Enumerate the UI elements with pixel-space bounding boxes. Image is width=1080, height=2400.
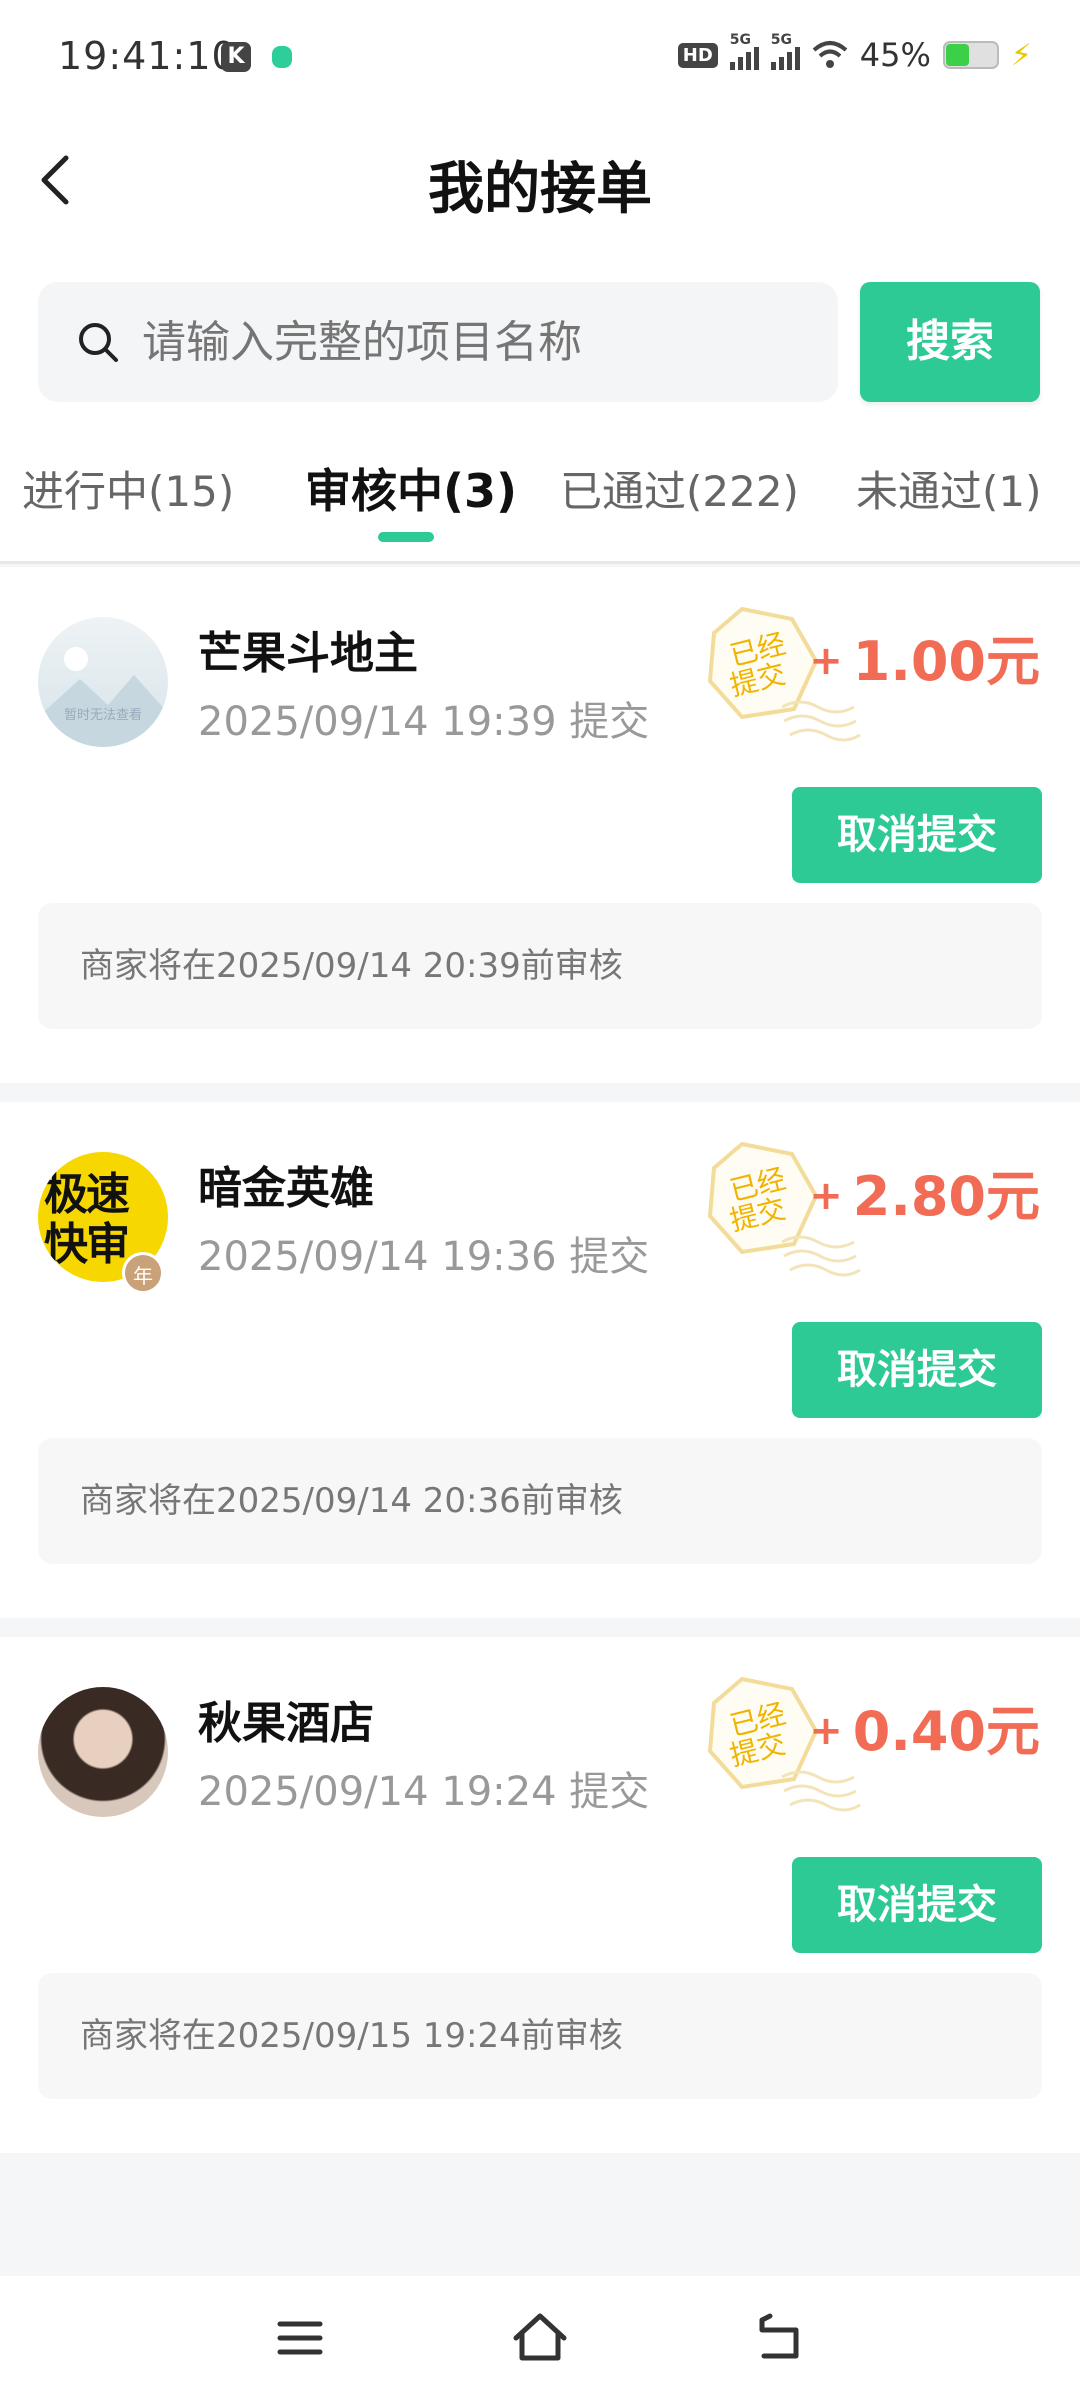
menu-icon[interactable]	[268, 2306, 332, 2370]
reward-amount: +1.00元	[809, 630, 1040, 693]
review-deadline-note: 商家将在2025/09/14 20:36前审核	[38, 1438, 1042, 1564]
tab-in-progress[interactable]: 进行中(15)	[22, 458, 234, 519]
status-indicators: HD 5G 5G 45% ⚡	[677, 32, 1032, 74]
avatar	[38, 1687, 168, 1817]
wifi-icon	[812, 41, 848, 68]
project-name: 芒果斗地主	[198, 628, 418, 679]
cancel-submit-button[interactable]: 取消提交	[792, 787, 1042, 883]
submit-time: 2025/09/14 19:36 提交	[198, 1234, 650, 1280]
search-button[interactable]: 搜索	[860, 282, 1040, 402]
signal-icon: 5G	[729, 32, 759, 70]
battery-percent: 45%	[859, 36, 931, 74]
cancel-submit-button[interactable]: 取消提交	[792, 1322, 1042, 1418]
status-bar: 19:41:10 K HD 5G 5G 45% ⚡	[0, 0, 1080, 118]
cancel-submit-button[interactable]: 取消提交	[792, 1857, 1042, 1953]
search-bar: 搜索	[0, 268, 1080, 418]
year-badge-icon: 年	[122, 1252, 164, 1294]
signal-icon: 5G	[770, 32, 800, 70]
project-name: 秋果酒店	[198, 1698, 374, 1749]
order-card: 秋果酒店 2025/09/14 19:24 提交 已经 提交 +0.40元 取消…	[0, 1637, 1080, 2153]
image-placeholder-icon	[38, 647, 168, 747]
home-icon[interactable]	[508, 2306, 572, 2370]
submit-time: 2025/09/14 19:39 提交	[198, 699, 650, 745]
app-notification-icon: K	[221, 42, 251, 72]
battery-icon	[942, 41, 999, 69]
back-icon[interactable]	[748, 2306, 812, 2370]
active-tab-indicator	[378, 532, 434, 542]
search-box[interactable]	[38, 282, 838, 402]
hd-voice-icon: HD	[677, 42, 718, 68]
search-icon	[79, 323, 118, 362]
app-running-icon	[272, 46, 292, 68]
tab-rejected[interactable]: 未通过(1)	[856, 458, 1042, 519]
status-time: 19:41:10	[58, 34, 237, 78]
charging-icon: ⚡	[1010, 37, 1032, 73]
review-deadline-note: 商家将在2025/09/14 20:39前审核	[38, 903, 1042, 1029]
search-input[interactable]	[142, 282, 822, 402]
avatar: 暂时无法查看	[38, 617, 168, 747]
project-name: 暗金英雄	[198, 1163, 374, 1214]
order-card: 极速快审 年 暗金英雄 2025/09/14 19:36 提交 已经 提交 +2…	[0, 1102, 1080, 1618]
status-tabs: 进行中(15) 审核中(3) 已通过(222) 未通过(1)	[0, 418, 1080, 564]
page-title: 我的接单	[428, 157, 652, 222]
system-nav-bar	[0, 2276, 1080, 2400]
app-header: 我的接单	[0, 118, 1080, 268]
tab-under-review[interactable]: 审核中(3)	[305, 455, 517, 521]
order-card: 暂时无法查看 芒果斗地主 2025/09/14 19:39 提交 已经 提交 +…	[0, 567, 1080, 1083]
reward-amount: +2.80元	[809, 1165, 1040, 1228]
tab-approved[interactable]: 已通过(222)	[560, 458, 799, 519]
reward-amount: +0.40元	[809, 1700, 1040, 1763]
review-deadline-note: 商家将在2025/09/15 19:24前审核	[38, 1973, 1042, 2099]
submit-time: 2025/09/14 19:24 提交	[198, 1769, 650, 1815]
